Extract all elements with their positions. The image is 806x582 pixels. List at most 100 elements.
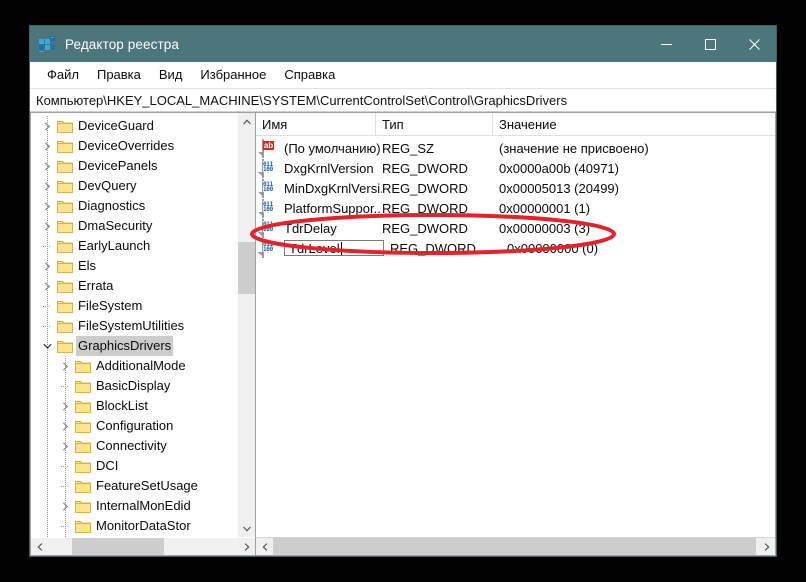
tree-item-filesystem[interactable]: FileSystem <box>31 296 237 316</box>
folder-icon <box>75 439 91 453</box>
menu-item-edit[interactable]: Правка <box>88 64 150 85</box>
value-name: DxgKrnlVersion <box>284 160 374 176</box>
chevron-right-icon[interactable] <box>39 256 55 276</box>
address-path: Компьютер\HKEY_LOCAL_MACHINE\SYSTEM\Curr… <box>36 92 568 108</box>
tree-item-els[interactable]: Els <box>31 256 237 276</box>
chevron-right-icon[interactable] <box>39 176 55 196</box>
tree-item-label: Configuration <box>96 418 174 433</box>
values-hscroll-track[interactable] <box>273 538 758 555</box>
tree-scroll-up-button[interactable] <box>238 113 255 130</box>
value-type: REG_DWORD <box>382 200 468 216</box>
value-type: REG_SZ <box>382 140 435 156</box>
close-button[interactable] <box>732 26 776 62</box>
value-data: 0x00000003 (3) <box>499 220 591 236</box>
values-horizontal-scrollbar[interactable] <box>256 537 775 555</box>
menu-item-favorites[interactable]: Избранное <box>191 64 275 85</box>
value-name: TdrDelay <box>284 220 337 236</box>
chevron-down-icon[interactable] <box>39 336 55 356</box>
tree-item-label: DCI <box>96 458 119 473</box>
tree-item-basicdisplay[interactable]: BasicDisplay <box>31 376 237 396</box>
tree-item-featuresetusage[interactable]: FeatureSetUsage <box>31 476 237 496</box>
table-row[interactable]: 011100 TdrDelay REG_DWORD 0x00000003 (3) <box>256 218 775 238</box>
tree-item-devquery[interactable]: DevQuery <box>31 176 237 196</box>
tree-item-label: FileSystemUtilities <box>78 318 185 333</box>
table-row[interactable]: 011100 TdrLevel REG_DWORD 0x00000000 (0) <box>256 238 775 258</box>
chevron-right-icon[interactable] <box>57 416 73 436</box>
chevron-right-icon[interactable] <box>39 216 55 236</box>
tree-guide-line <box>47 476 48 496</box>
chevron-right-icon[interactable] <box>39 196 55 216</box>
tree-guide-line <box>47 376 48 396</box>
chevron-right-icon[interactable] <box>57 396 73 416</box>
table-row[interactable]: 011100 DxgKrnlVersion REG_DWORD 0x0000a00b … <box>256 158 775 178</box>
tree-hscroll-thumb[interactable] <box>72 538 164 555</box>
chevron-right-icon[interactable] <box>39 116 55 136</box>
tree-item-deviceoverrides[interactable]: DeviceOverrides <box>31 136 237 156</box>
tree-hscroll-right-button[interactable] <box>238 538 255 555</box>
tree-item-graphicsdrivers[interactable]: GraphicsDrivers <box>31 336 237 356</box>
window-controls <box>644 26 776 62</box>
chevron-right-icon[interactable] <box>57 496 73 516</box>
tree-item-earlylaunch[interactable]: EarlyLaunch <box>31 236 237 256</box>
value-data: 0x00005013 (20499) <box>499 180 619 196</box>
tree-elbow-line <box>61 466 69 467</box>
tree-item-internalmonedid[interactable]: InternalMonEdid <box>31 496 237 516</box>
column-header-name[interactable]: Имя <box>256 113 376 135</box>
tree-horizontal-scrollbar[interactable] <box>31 537 255 555</box>
folder-icon <box>75 479 91 493</box>
tree-item-dci[interactable]: DCI <box>31 456 237 476</box>
tree-hscroll-track[interactable] <box>48 538 238 555</box>
tree-hscroll-left-button[interactable] <box>31 538 48 555</box>
chevron-right-icon[interactable] <box>39 136 55 156</box>
values-hscroll-left-button[interactable] <box>256 538 273 555</box>
tree-item-label: AdditionalMode <box>96 358 186 373</box>
tree-item-filesystemutilities[interactable]: FileSystemUtilities <box>31 316 237 336</box>
tree-item-label: Els <box>78 258 97 273</box>
tree-scroll-area: DeviceGuard DeviceOverrides DevicePanels De… <box>31 113 237 537</box>
menu-item-file[interactable]: Файл <box>38 64 88 85</box>
tree-item-errata[interactable]: Errata <box>31 276 237 296</box>
menu-item-view[interactable]: Вид <box>150 64 192 85</box>
address-bar[interactable]: Компьютер\HKEY_LOCAL_MACHINE\SYSTEM\Curr… <box>30 88 776 112</box>
tree-item-devicepanels[interactable]: DevicePanels <box>31 156 237 176</box>
values-hscroll-right-button[interactable] <box>758 538 775 555</box>
tree-item-additionalmode[interactable]: AdditionalMode <box>31 356 237 376</box>
content-panes: DeviceGuard DeviceOverrides DevicePanels De… <box>30 112 776 556</box>
tree-item-label: Diagnostics <box>78 198 146 213</box>
tree-item-dmasecurity[interactable]: DmaSecurity <box>31 216 237 236</box>
tree-elbow-line <box>43 246 51 247</box>
values-hscroll-thumb[interactable] <box>273 538 756 555</box>
table-row[interactable]: 011100 PlatformSuppor...REG_DWORD 0x000000… <box>256 198 775 218</box>
tree-scroll-down-button[interactable] <box>238 520 255 537</box>
rename-input[interactable]: TdrLevel <box>284 240 384 256</box>
tree-item-monitordatastor[interactable]: MonitorDataStor <box>31 516 237 536</box>
column-header-value[interactable]: Значение <box>493 113 775 135</box>
tree-scroll-track[interactable] <box>238 130 255 520</box>
tree-item-deviceguard[interactable]: DeviceGuard <box>31 116 237 136</box>
tree-item-connectivity[interactable]: Connectivity <box>31 436 237 456</box>
tree-item-configuration[interactable]: Configuration <box>31 416 237 436</box>
column-header-type[interactable]: Тип <box>376 113 493 135</box>
maximize-button[interactable] <box>688 26 732 62</box>
tree-vertical-scrollbar[interactable] <box>237 113 255 537</box>
minimize-button[interactable] <box>644 26 688 62</box>
chevron-right-icon[interactable] <box>57 436 73 456</box>
tree-elbow-line <box>43 326 51 327</box>
window-title: Редактор реестра <box>65 36 179 52</box>
table-row[interactable]: 011100 MinDxgKrnlVersi...REG_DWORD 0x00005… <box>256 178 775 198</box>
tree-guide-line <box>47 456 48 476</box>
table-row[interactable]: ab (По умолчанию)REG_SZ (значение не присв… <box>256 138 775 158</box>
tree-item-label: DeviceGuard <box>78 118 154 133</box>
tree-elbow-line <box>61 386 69 387</box>
value-data: 0x00000001 (1) <box>499 200 591 216</box>
tree-item-diagnostics[interactable]: Diagnostics <box>31 196 237 216</box>
chevron-right-icon[interactable] <box>39 156 55 176</box>
tree-elbow-line <box>61 486 69 487</box>
tree-clip: DeviceGuard DeviceOverrides DevicePanels De… <box>31 113 255 537</box>
menu-item-help[interactable]: Справка <box>275 64 344 85</box>
tree-item-label: DeviceOverrides <box>78 138 175 153</box>
chevron-right-icon[interactable] <box>57 356 73 376</box>
tree-item-blocklist[interactable]: BlockList <box>31 396 237 416</box>
chevron-right-icon[interactable] <box>39 276 55 296</box>
tree-scroll-thumb[interactable] <box>238 242 255 294</box>
